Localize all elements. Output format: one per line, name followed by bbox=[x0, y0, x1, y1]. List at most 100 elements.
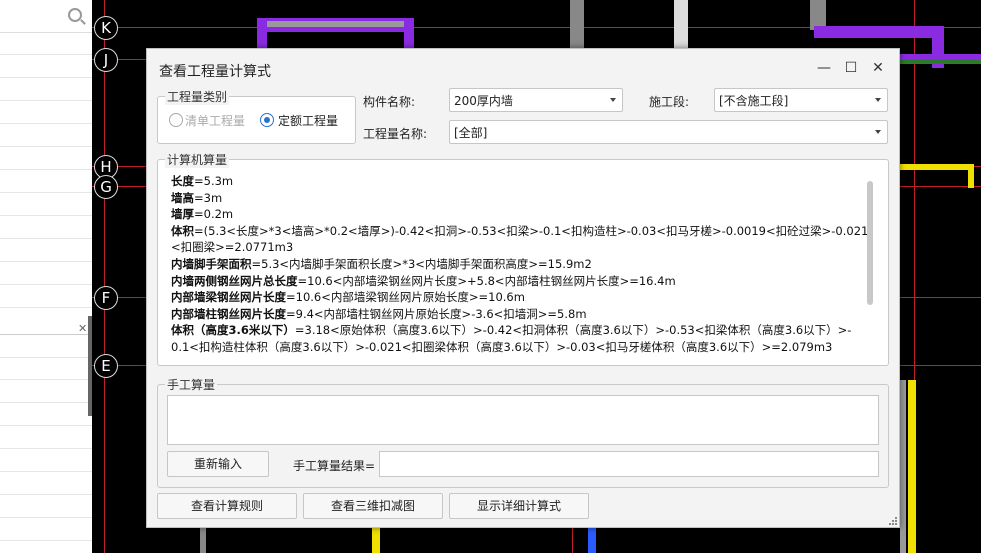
calc-scrollbar[interactable] bbox=[867, 181, 873, 305]
search-icon[interactable] bbox=[68, 8, 82, 22]
resize-grip-icon[interactable] bbox=[887, 515, 897, 525]
axis-label-g: G bbox=[94, 175, 118, 199]
calc-line-name: 体积（高度3.6米以下） bbox=[171, 323, 295, 338]
calc-line: 墙厚=0.2m bbox=[171, 206, 873, 223]
calc-line-name: 体积 bbox=[171, 223, 194, 238]
list-row[interactable] bbox=[0, 101, 92, 124]
minimize-icon[interactable]: — bbox=[813, 57, 835, 79]
calc-line-name: 墙高 bbox=[171, 190, 194, 205]
qty-name-value: [全部] bbox=[454, 126, 488, 140]
calc-line-formula: =5.3m bbox=[194, 174, 234, 188]
wall bbox=[908, 380, 916, 553]
calc-line-formula: =5.3<内墙脚手架面积长度>*3<内墙脚手架面积高度>=15.9m2 bbox=[251, 256, 592, 271]
calc-line-formula: =(5.3<长度>*3<墙高>*0.2<墙厚>)-0.42<扣洞>-0.53<扣… bbox=[194, 223, 869, 238]
calc-line: 长度=5.3m bbox=[171, 173, 873, 190]
view-calc-rules-button[interactable]: 查看计算规则 bbox=[157, 493, 297, 519]
axis-vertical-line bbox=[104, 0, 105, 553]
manual-calc-input[interactable] bbox=[167, 395, 879, 445]
list-row[interactable] bbox=[0, 285, 92, 308]
calc-line: 内墙两侧钢丝网片总长度=10.6<内部墙梁钢丝网片长度>+5.8<内部墙柱钢丝网… bbox=[171, 273, 873, 290]
chevron-down-icon bbox=[875, 130, 881, 134]
list-row[interactable] bbox=[0, 32, 92, 55]
axis-label-j: J bbox=[94, 48, 118, 72]
calc-line-name: 墙厚 bbox=[171, 207, 194, 222]
calc-line: 体积=(5.3<长度>*3<墙高>*0.2<墙厚>)-0.42<扣洞>-0.53… bbox=[171, 223, 873, 240]
calc-line: 内部墙梁钢丝网片长度=10.6<内部墙梁钢丝网片原始长度>=10.6m bbox=[171, 289, 873, 306]
radio-list-qty-label: 清单工程量 bbox=[185, 114, 246, 128]
calc-line-name: 长度 bbox=[171, 174, 194, 188]
list-row[interactable] bbox=[0, 193, 92, 216]
list-row[interactable] bbox=[0, 216, 92, 239]
calc-line: 体积（高度3.6米以下）=3.18<原始体积（高度3.6以下）>-0.42<扣洞… bbox=[171, 322, 873, 339]
calc-line-formula: =3.18<原始体积（高度3.6以下）>-0.42<扣洞体积（高度3.6以下）>… bbox=[294, 323, 852, 338]
list-row[interactable] bbox=[0, 124, 92, 147]
wall bbox=[200, 526, 206, 553]
wall bbox=[968, 164, 974, 188]
wall bbox=[570, 0, 584, 48]
calc-line-name: 内部墙柱钢丝网片长度 bbox=[171, 306, 286, 321]
chevron-down-icon bbox=[875, 98, 881, 102]
list-row[interactable] bbox=[0, 78, 92, 101]
stage-label: 施工段: bbox=[649, 95, 690, 109]
manual-calc-label: 手工算量 bbox=[165, 376, 218, 393]
qty-name-label: 工程量名称: bbox=[363, 127, 428, 141]
calc-line-formula: 0.1<扣构造柱体积（高度3.6以下）>-0.021<扣圈梁体积（高度3.6以下… bbox=[171, 339, 833, 354]
list-row[interactable] bbox=[0, 518, 92, 541]
list-row[interactable] bbox=[0, 449, 92, 472]
calc-line-name: 内墙脚手架面积 bbox=[171, 256, 252, 271]
wall bbox=[674, 0, 688, 48]
calc-line: 内墙脚手架面积=5.3<内墙脚手架面积长度>*3<内墙脚手架面积高度>=15.9… bbox=[171, 256, 873, 273]
radio-quota-qty[interactable] bbox=[260, 113, 274, 127]
calc-line-formula: =9.4<内部墙柱钢丝网片原始长度>-3.6<扣墙洞>=5.8m bbox=[286, 306, 587, 321]
wall bbox=[898, 164, 974, 170]
manual-result-label: 手工算量结果= bbox=[293, 459, 376, 473]
calc-formula-area[interactable]: 长度=5.3m 墙高=3m 墙厚=0.2m 体积=(5.3<长度>*3<墙高>*0.2… bbox=[167, 169, 877, 357]
axis-label-e: E bbox=[94, 354, 118, 378]
calc-line-name: 内部墙梁钢丝网片长度 bbox=[171, 290, 286, 305]
list-row[interactable] bbox=[0, 239, 92, 262]
qty-name-select[interactable]: [全部] bbox=[449, 120, 888, 144]
wall bbox=[257, 21, 412, 27]
calc-line-name: 内墙两侧钢丝网片总长度 bbox=[171, 273, 298, 288]
component-name-label: 构件名称: bbox=[363, 95, 416, 109]
list-row[interactable] bbox=[0, 380, 92, 403]
list-row[interactable] bbox=[0, 357, 92, 380]
wall bbox=[257, 18, 267, 48]
maximize-icon[interactable]: ☐ bbox=[840, 57, 862, 79]
list-row[interactable] bbox=[0, 495, 92, 518]
wall bbox=[588, 526, 596, 553]
wall bbox=[900, 380, 906, 553]
show-detail-formula-button[interactable]: 显示详细计算式 bbox=[449, 493, 589, 519]
component-name-select[interactable]: 200厚内墙 bbox=[449, 88, 623, 112]
component-name-value: 200厚内墙 bbox=[454, 94, 513, 108]
stage-select[interactable]: [不含施工段] bbox=[714, 88, 888, 112]
reenter-button[interactable]: 重新输入 bbox=[167, 451, 269, 477]
list-row[interactable] bbox=[0, 147, 92, 170]
view-3d-deduct-button[interactable]: 查看三维扣减图 bbox=[303, 493, 443, 519]
radio-list-qty[interactable] bbox=[169, 113, 183, 127]
list-row[interactable] bbox=[0, 55, 92, 78]
list-row[interactable] bbox=[0, 262, 92, 285]
calc-line-formula: <扣圈梁>=2.0771m3 bbox=[171, 240, 294, 255]
close-icon[interactable]: ✕ bbox=[867, 57, 889, 79]
calc-line: <扣圈梁>=2.0771m3 bbox=[171, 239, 873, 256]
list-row[interactable] bbox=[0, 170, 92, 193]
calc-line: 内部墙柱钢丝网片长度=9.4<内部墙柱钢丝网片原始长度>-3.6<扣墙洞>=5.… bbox=[171, 306, 873, 323]
calc-line-formula: =0.2m bbox=[194, 207, 234, 222]
wall bbox=[404, 18, 414, 48]
stage-value: [不含施工段] bbox=[719, 94, 789, 108]
calc-line-formula: =10.6<内部墙梁钢丝网片原始长度>=10.6m bbox=[286, 290, 525, 305]
qty-category-label: 工程量类别 bbox=[165, 88, 230, 105]
radio-quota-qty-label: 定额工程量 bbox=[278, 114, 339, 128]
computer-calc-label: 计算机算量 bbox=[165, 151, 230, 168]
search-box[interactable] bbox=[0, 0, 92, 33]
manual-result-input[interactable] bbox=[379, 451, 879, 477]
list-row[interactable] bbox=[0, 403, 92, 426]
list-row[interactable] bbox=[0, 334, 92, 358]
list-row[interactable] bbox=[0, 472, 92, 495]
chevron-down-icon bbox=[610, 98, 616, 102]
calc-line-formula: =10.6<内部墙梁钢丝网片长度>+5.8<内部墙柱钢丝网片长度>=16.4m bbox=[297, 273, 676, 288]
list-row[interactable] bbox=[0, 426, 92, 449]
calc-line: 墙高=3m bbox=[171, 190, 873, 207]
calc-line: 0.1<扣构造柱体积（高度3.6以下）>-0.021<扣圈梁体积（高度3.6以下… bbox=[171, 339, 873, 356]
